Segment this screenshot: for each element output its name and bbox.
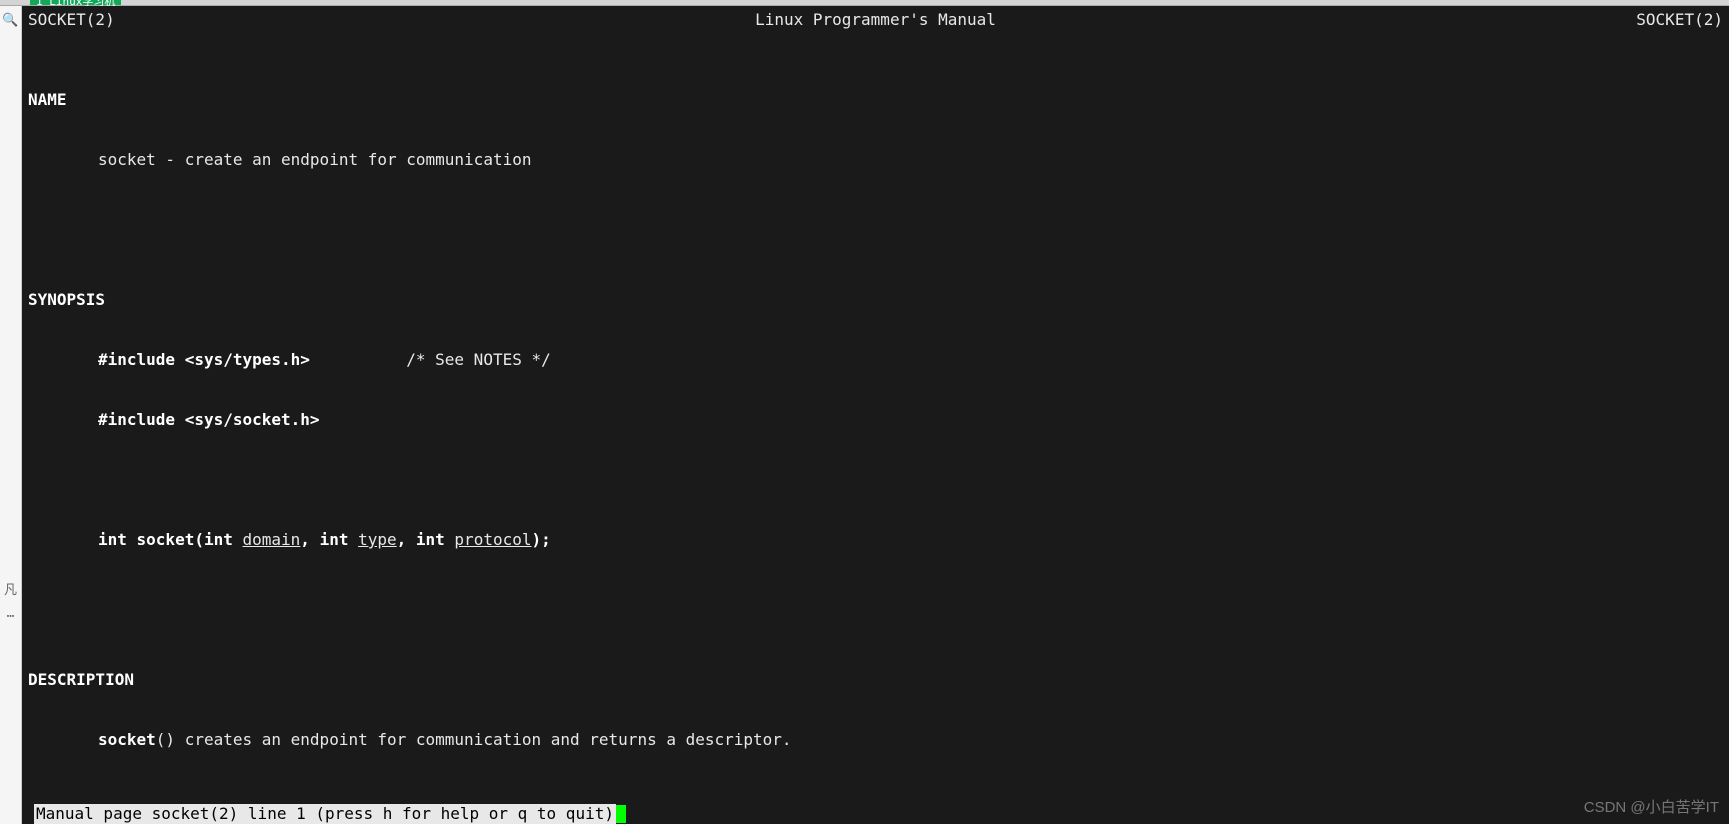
sidebar: 🔍 凡 ⋯ — [0, 6, 22, 824]
man-header-left: SOCKET(2) — [28, 10, 115, 30]
status-text: Manual page socket(2) line 1 (press h fo… — [34, 804, 616, 824]
man-content: NAME socket - create an endpoint for com… — [22, 50, 1729, 824]
man-header-right: SOCKET(2) — [1636, 10, 1723, 30]
cursor — [616, 805, 626, 823]
sidebar-item-icon[interactable]: 凡 — [0, 574, 21, 602]
man-header: SOCKET(2) Linux Programmer's Manual SOCK… — [22, 10, 1729, 30]
section-synopsis-title: SYNOPSIS — [28, 290, 1723, 310]
section-name-title: NAME — [28, 90, 1723, 110]
section-description-title: DESCRIPTION — [28, 670, 1723, 690]
tab-label: 1 Linux学习机 — [36, 0, 115, 5]
status-line: Manual page socket(2) line 1 (press h fo… — [22, 804, 1729, 824]
tab-active[interactable]: 1 Linux学习机 — [30, 0, 121, 5]
watermark: CSDN @小白苦学IT — [1584, 798, 1719, 818]
synopsis-prototype: int socket(int domain, int type, int pro… — [28, 530, 1723, 550]
synopsis-include-2: #include <sys/socket.h> — [28, 410, 1723, 430]
sidebar-more-icon[interactable]: ⋯ — [0, 602, 21, 630]
desc-line-1: socket() creates an endpoint for communi… — [28, 730, 1723, 750]
terminal-viewport[interactable]: SOCKET(2) Linux Programmer's Manual SOCK… — [22, 6, 1729, 824]
section-name-body: socket - create an endpoint for communic… — [28, 150, 1723, 170]
man-header-center: Linux Programmer's Manual — [755, 10, 996, 30]
search-icon[interactable]: 🔍 — [0, 6, 21, 34]
synopsis-include-1: #include <sys/types.h> /* See NOTES */ — [28, 350, 1723, 370]
